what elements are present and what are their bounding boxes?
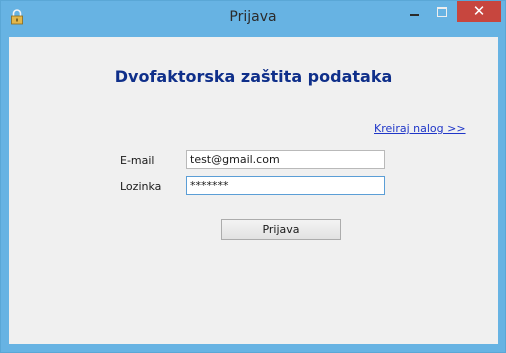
maximize-icon	[437, 7, 447, 17]
minimize-icon	[410, 14, 419, 16]
minimize-button[interactable]	[401, 2, 429, 22]
page-title: Dvofaktorska zaštita podataka	[114, 67, 393, 86]
form-panel: Dvofaktorska zaštita podataka Kreiraj na…	[9, 37, 498, 344]
login-window: Prijava ✕ Dvofaktorska zaštita podataka …	[0, 0, 506, 353]
email-field[interactable]: test@gmail.com	[186, 150, 385, 169]
title-bar[interactable]: Prijava ✕	[1, 1, 505, 37]
close-icon: ✕	[472, 2, 486, 20]
create-account-link[interactable]: Kreiraj nalog >>	[374, 122, 466, 135]
email-label: E-mail	[120, 154, 155, 167]
password-label: Lozinka	[120, 180, 162, 193]
password-field[interactable]: *******	[186, 176, 385, 195]
close-button[interactable]: ✕	[457, 1, 501, 22]
maximize-button[interactable]	[429, 2, 455, 22]
login-button[interactable]: Prijava	[221, 219, 341, 240]
